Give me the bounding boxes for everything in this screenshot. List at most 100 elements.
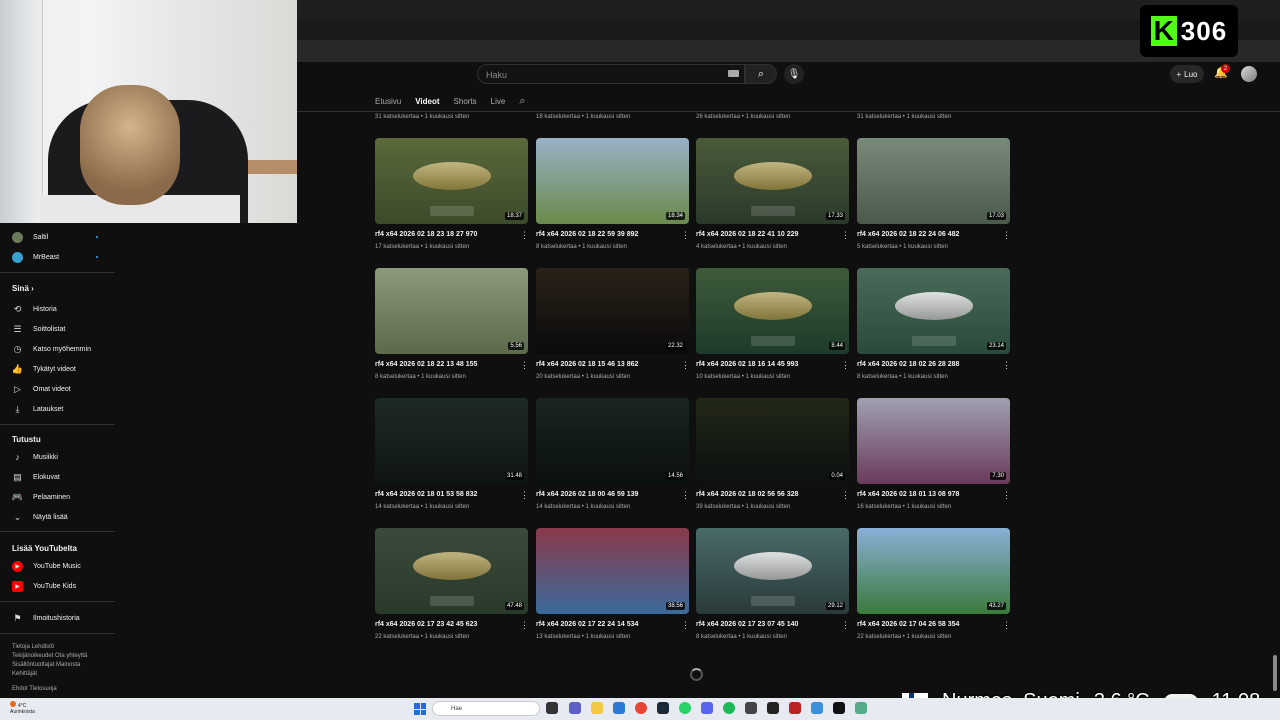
- video-title[interactable]: rf4 x64 2026 02 17 04 26 58 354: [857, 621, 959, 628]
- channel-search-icon[interactable]: ⌕: [519, 95, 525, 108]
- thumbs-up-icon: 👍: [11, 363, 24, 374]
- sidebar-item-youtube-kids[interactable]: ▶ YouTube Kids: [12, 579, 76, 593]
- video-title[interactable]: rf4 x64 2026 02 17 23 07 45 140: [696, 621, 798, 628]
- video-thumbnail[interactable]: 18.37: [375, 138, 528, 224]
- video-thumbnail[interactable]: 14.56: [536, 398, 689, 484]
- video-thumbnail[interactable]: 47.48: [375, 528, 528, 614]
- video-title[interactable]: rf4 x64 2026 02 18 22 41 10 229: [696, 231, 798, 238]
- more-options-icon[interactable]: ⋮: [1002, 230, 1011, 241]
- footer-links-terms[interactable]: Ehdot Tietosuoja: [12, 685, 112, 694]
- chrome-icon[interactable]: [635, 702, 647, 714]
- sidebar-item-movies[interactable]: ▤ Elokuvat: [12, 470, 60, 484]
- more-options-icon[interactable]: ⋮: [841, 230, 850, 241]
- video-title[interactable]: rf4 x64 2026 02 17 23 42 45 623: [375, 621, 477, 628]
- task-view-icon[interactable]: [546, 702, 558, 714]
- video-thumbnail[interactable]: 17.33: [696, 138, 849, 224]
- video-title[interactable]: rf4 x64 2026 02 18 16 14 45 993: [696, 361, 798, 368]
- tab-shorts[interactable]: Shorts: [454, 97, 477, 106]
- x-icon[interactable]: [833, 702, 845, 714]
- more-options-icon[interactable]: ⋮: [520, 620, 529, 631]
- file-explorer-icon[interactable]: [591, 702, 603, 714]
- more-options-icon[interactable]: ⋮: [841, 620, 850, 631]
- spotify-icon[interactable]: [723, 702, 735, 714]
- discord-icon[interactable]: [701, 702, 713, 714]
- footer-links[interactable]: Tietoja Lehdistö Tekijänoikeudet Ota yht…: [12, 643, 112, 679]
- video-thumbnail[interactable]: 31.48: [375, 398, 528, 484]
- sidebar-item-show-more[interactable]: ⌄ Näytä lisää: [12, 510, 68, 524]
- tab-live[interactable]: Live: [491, 97, 506, 106]
- video-thumbnail[interactable]: 5.56: [375, 268, 528, 354]
- more-options-icon[interactable]: ⋮: [1002, 360, 1011, 371]
- history-icon: ⟲: [13, 303, 22, 314]
- avatar[interactable]: [1241, 66, 1257, 82]
- sidebar-item-playlists[interactable]: ☰ Soittolistat: [12, 322, 65, 336]
- more-options-icon[interactable]: ⋮: [841, 490, 850, 501]
- more-options-icon[interactable]: ⋮: [1002, 490, 1011, 501]
- section-heading-you[interactable]: Sinä ›: [12, 284, 34, 293]
- app-icon[interactable]: [745, 702, 757, 714]
- video-thumbnail[interactable]: 8.44: [696, 268, 849, 354]
- video-title[interactable]: rf4 x64 2026 02 18 02 56 56 328: [696, 491, 798, 498]
- sidebar-item-youtube-music[interactable]: ▶ YouTube Music: [12, 559, 81, 573]
- video-thumbnail[interactable]: 43.27: [857, 528, 1010, 614]
- video-thumbnail[interactable]: 7.30: [857, 398, 1010, 484]
- more-options-icon[interactable]: ⋮: [681, 230, 690, 241]
- video-title[interactable]: rf4 x64 2026 02 18 01 53 58 832: [375, 491, 477, 498]
- sidebar-item-liked-videos[interactable]: 👍 Tykätyt videot: [12, 362, 76, 376]
- sidebar-item-watch-later[interactable]: ◷ Katso myöhemmin: [12, 342, 91, 356]
- taskbar-weather-widget[interactable]: 4°C Aurinkoista: [10, 701, 35, 715]
- tab-videos[interactable]: Videot: [415, 97, 439, 106]
- more-options-icon[interactable]: ⋮: [520, 360, 529, 371]
- scrollbar[interactable]: [1273, 655, 1277, 691]
- sidebar-item-music[interactable]: ♪ Musiikki: [12, 450, 58, 464]
- more-options-icon[interactable]: ⋮: [681, 620, 690, 631]
- video-title[interactable]: rf4 x64 2026 02 18 01 13 08 978: [857, 491, 959, 498]
- video-thumbnail[interactable]: 38.56: [536, 528, 689, 614]
- section-heading-explore: Tutustu: [12, 435, 41, 444]
- taskbar-search-input[interactable]: Hae: [432, 701, 540, 716]
- video-thumbnail[interactable]: 18.34: [536, 138, 689, 224]
- more-options-icon[interactable]: ⋮: [681, 360, 690, 371]
- more-options-icon[interactable]: ⋮: [681, 490, 690, 501]
- more-options-icon[interactable]: ⋮: [1002, 620, 1011, 631]
- sidebar-item-saltil[interactable]: Saltil: [12, 230, 48, 244]
- video-thumbnail[interactable]: 17.03: [857, 138, 1010, 224]
- search-icon: ⌕: [757, 67, 765, 80]
- video-title[interactable]: rf4 x64 2026 02 18 02 26 28 288: [857, 361, 959, 368]
- video-thumbnail[interactable]: 0.04: [696, 398, 849, 484]
- more-options-icon[interactable]: ⋮: [520, 490, 529, 501]
- app-icon[interactable]: [855, 702, 867, 714]
- video-title[interactable]: rf4 x64 2026 02 17 22 24 14 534: [536, 621, 638, 628]
- create-button[interactable]: + Luo: [1170, 65, 1204, 83]
- sidebar-item-gaming[interactable]: 🎮 Pelaaminen: [12, 490, 70, 504]
- keyboard-icon[interactable]: [728, 70, 739, 77]
- search-button[interactable]: ⌕: [745, 64, 777, 84]
- video-title[interactable]: rf4 x64 2026 02 18 22 24 06 482: [857, 231, 959, 238]
- video-title[interactable]: rf4 x64 2026 02 18 22 13 48 155: [375, 361, 477, 368]
- sidebar-item-report-history[interactable]: ⚑ Ilmoitushistoria: [12, 611, 79, 625]
- sidebar-item-mrbeast[interactable]: MrBeast: [12, 250, 59, 264]
- video-title[interactable]: rf4 x64 2026 02 18 22 59 39 892: [536, 231, 638, 238]
- app-icon[interactable]: [789, 702, 801, 714]
- whatsapp-icon[interactable]: [679, 702, 691, 714]
- video-thumbnail[interactable]: 23.14: [857, 268, 1010, 354]
- mail-icon[interactable]: [613, 702, 625, 714]
- windows-start-icon[interactable]: [414, 703, 426, 715]
- sidebar-item-downloads[interactable]: ⤓ Lataukset: [12, 402, 64, 416]
- video-thumbnail[interactable]: 22.32: [536, 268, 689, 354]
- sidebar-item-history[interactable]: ⟲ Historia: [12, 302, 57, 316]
- search-input[interactable]: Haku: [477, 64, 745, 84]
- video-title[interactable]: rf4 x64 2026 02 18 15 46 13 862: [536, 361, 638, 368]
- tab-home[interactable]: Etusivu: [375, 97, 401, 106]
- more-options-icon[interactable]: ⋮: [841, 360, 850, 371]
- sidebar-item-your-videos[interactable]: ▷ Omat videot: [12, 382, 71, 396]
- video-title[interactable]: rf4 x64 2026 02 18 00 46 59 139: [536, 491, 638, 498]
- copilot-icon[interactable]: [569, 702, 581, 714]
- obs-icon[interactable]: [767, 702, 779, 714]
- video-thumbnail[interactable]: 29.12: [696, 528, 849, 614]
- more-options-icon[interactable]: ⋮: [520, 230, 529, 241]
- app-icon[interactable]: [811, 702, 823, 714]
- steam-icon[interactable]: [657, 702, 669, 714]
- voice-search-button[interactable]: 🎙: [784, 64, 804, 84]
- video-title[interactable]: rf4 x64 2026 02 18 23 18 27 970: [375, 231, 477, 238]
